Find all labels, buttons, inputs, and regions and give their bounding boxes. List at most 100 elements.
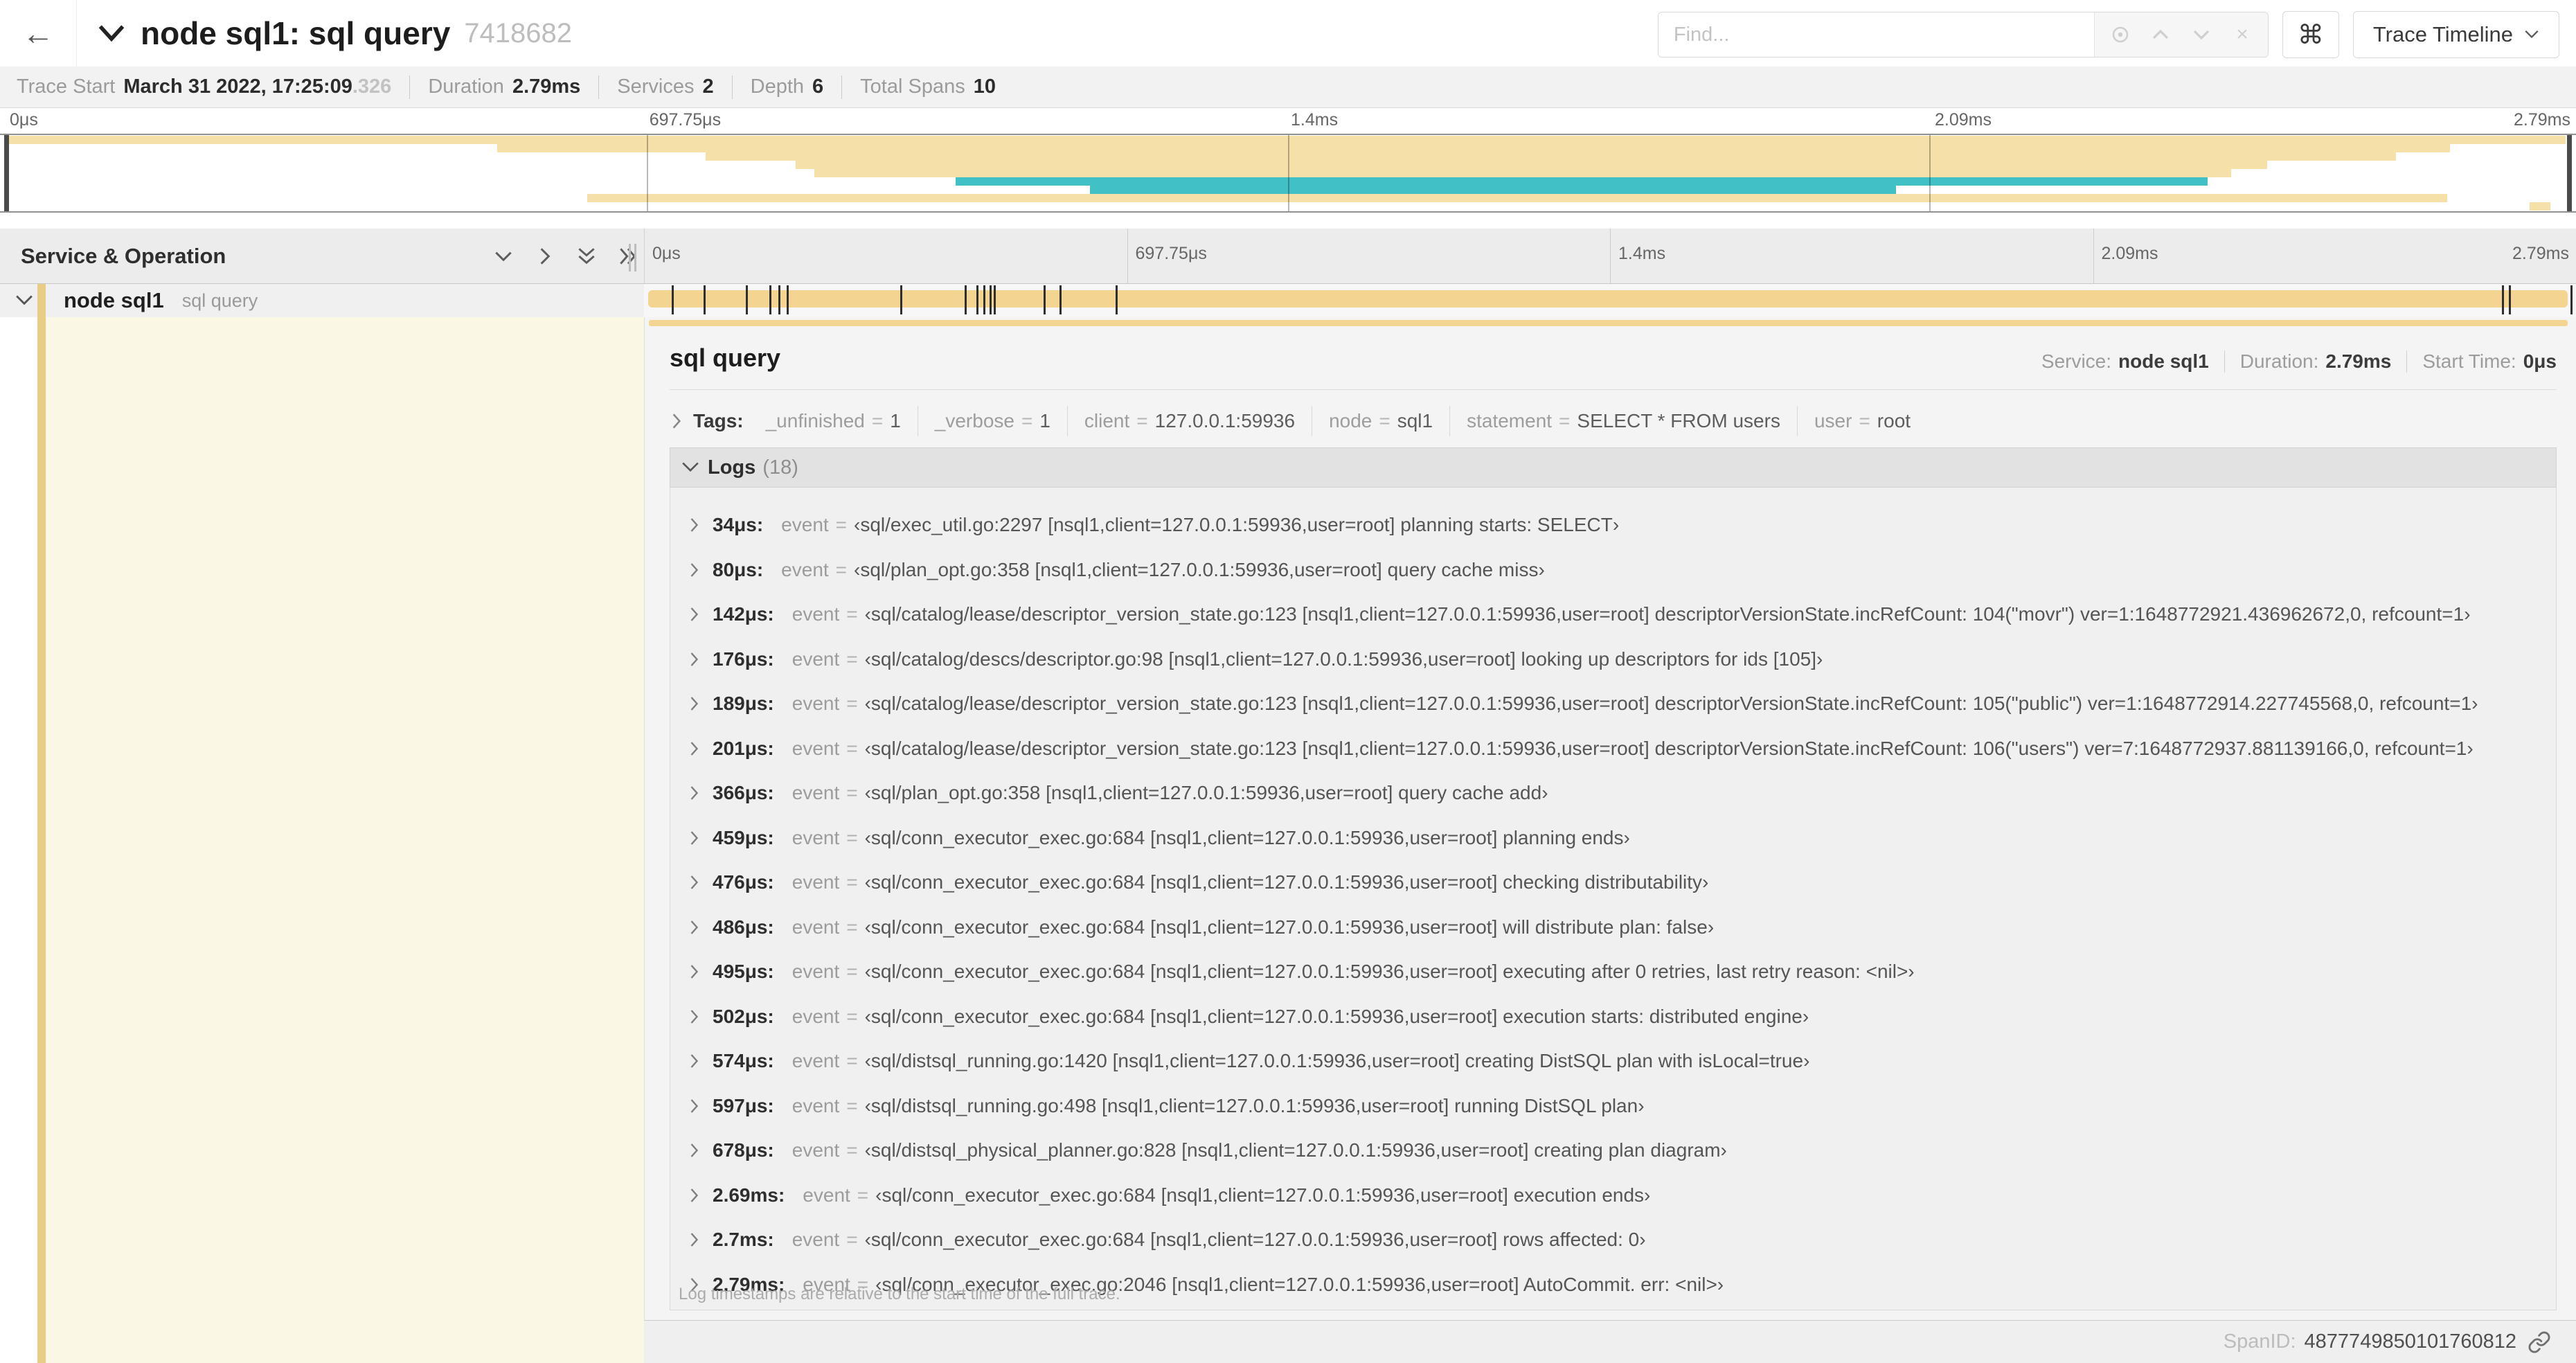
log-chevron-right-icon[interactable] [688, 1231, 700, 1248]
log-field-name: event [792, 916, 840, 938]
tag-pill[interactable]: node=sql1 [1312, 406, 1449, 436]
find-clear-icon[interactable]: × [2227, 19, 2257, 50]
minimap-tick-label: 2.09ms [1935, 110, 1992, 130]
log-row[interactable]: 176μs:event=‹sql/catalog/descs/descripto… [688, 637, 2549, 682]
log-row[interactable]: 486μs:event=‹sql/conn_executor_exec.go:6… [688, 905, 2549, 950]
tags-list: _unfinished=1_verbose=1 client = 127.0.0.1:… [749, 406, 1927, 436]
tag-key: statement [1467, 410, 1552, 432]
find-prev-icon[interactable] [2145, 19, 2176, 50]
log-chevron-right-icon[interactable] [688, 740, 700, 757]
locate-icon[interactable] [2105, 19, 2136, 50]
summary-value: 2.79ms [512, 75, 580, 98]
log-equals: = [846, 1095, 857, 1117]
detail-meta-separator [2224, 350, 2225, 373]
log-equals: = [846, 916, 857, 938]
span-detail-panel: sql query Service:node sql1Duration:2.79… [644, 317, 2576, 1321]
log-chevron-right-icon[interactable] [688, 1187, 700, 1204]
log-chevron-right-icon[interactable] [688, 1142, 700, 1159]
expand-one-icon[interactable] [533, 244, 557, 268]
detail-span-bar [649, 320, 2568, 326]
log-chevron-right-icon[interactable] [688, 1053, 700, 1069]
detail-meta-label: Service: [2041, 350, 2111, 373]
log-chevron-right-icon[interactable] [688, 606, 700, 623]
collapse-one-icon[interactable] [492, 244, 515, 268]
tag-key: _unfinished [766, 410, 865, 432]
column-resize-handle[interactable] [629, 244, 636, 271]
logs-count: (18) [762, 456, 798, 479]
minimap-left-handle[interactable] [4, 135, 9, 211]
tag-pill[interactable]: user=root [1797, 406, 1927, 436]
logs-header[interactable]: Logs (18) [670, 447, 2557, 488]
log-row[interactable]: 597μs:event=‹sql/distsql_running.go:498 … [688, 1084, 2549, 1128]
log-chevron-right-icon[interactable] [688, 562, 700, 578]
summary-item: Duration2.79ms [428, 75, 580, 98]
row-chevron-down-icon[interactable] [15, 294, 33, 307]
back-button[interactable]: ← [0, 0, 76, 66]
log-chevron-right-icon[interactable] [688, 919, 700, 936]
log-row[interactable]: 34μs:event=‹sql/exec_util.go:2297 [nsql1… [688, 503, 2549, 547]
find-input[interactable] [1658, 12, 2094, 57]
minimap-gridlines [0, 135, 2576, 211]
find-tools: × [2094, 12, 2268, 57]
log-value: ‹sql/catalog/lease/descriptor_version_st… [865, 693, 2478, 715]
collapse-trace-chevron-icon[interactable] [98, 24, 125, 42]
log-chevron-right-icon[interactable] [688, 785, 700, 801]
log-value: ‹sql/catalog/lease/descriptor_version_st… [865, 738, 2474, 760]
log-row[interactable]: 201μs:event=‹sql/catalog/lease/descripto… [688, 727, 2549, 771]
log-timestamp: 502μs: [713, 1006, 774, 1028]
tag-key: _verbose [935, 410, 1014, 432]
log-chevron-right-icon[interactable] [688, 1008, 700, 1025]
tag-value: 127.0.0.1:59936 [1155, 410, 1295, 432]
tag-key: client [1084, 410, 1129, 432]
log-timestamp: 189μs: [713, 693, 774, 715]
minimap[interactable] [0, 134, 2576, 213]
log-chevron-right-icon[interactable] [688, 830, 700, 846]
log-row[interactable]: 142μs:event=‹sql/catalog/lease/descripto… [688, 592, 2549, 636]
log-value: ‹sql/conn_executor_exec.go:684 [nsql1,cl… [865, 1006, 1809, 1028]
log-marker-tick [672, 285, 674, 314]
log-row[interactable]: 189μs:event=‹sql/catalog/lease/descripto… [688, 682, 2549, 726]
log-timestamp: 2.7ms: [713, 1229, 774, 1251]
logs-block: Logs (18) 34μs:event=‹sql/exec_util.go:2… [670, 447, 2557, 1310]
log-value: ‹sql/conn_executor_exec.go:684 [nsql1,cl… [865, 961, 1915, 983]
log-marker-tick [769, 285, 771, 314]
tag-pill[interactable]: _verbose=1 [918, 406, 1067, 436]
log-chevron-right-icon[interactable] [688, 963, 700, 980]
log-chevron-right-icon[interactable] [688, 651, 700, 668]
log-row[interactable]: 366μs:event=‹sql/plan_opt.go:358 [nsql1,… [688, 771, 2549, 815]
log-row[interactable]: 574μs:event=‹sql/distsql_running.go:1420… [688, 1039, 2549, 1083]
log-row[interactable]: 678μs:event=‹sql/distsql_physical_planne… [688, 1128, 2549, 1173]
log-chevron-right-icon[interactable] [688, 874, 700, 891]
find-next-icon[interactable] [2186, 19, 2217, 50]
collapse-all-icon[interactable] [575, 244, 598, 268]
keyboard-shortcuts-button[interactable]: ⌘ [2282, 11, 2339, 58]
log-row[interactable]: 2.7ms:event=‹sql/conn_executor_exec.go:6… [688, 1218, 2549, 1262]
span-row-label[interactable]: node sql1 sql query [0, 284, 644, 317]
log-timestamp: 597μs: [713, 1095, 774, 1117]
log-equals: = [846, 738, 857, 760]
summary-separator [409, 75, 410, 99]
minimap-right-handle[interactable] [2567, 135, 2572, 211]
tags-row[interactable]: Tags: _unfinished=1_verbose=1client=127.… [670, 406, 1927, 436]
view-select-button[interactable]: Trace Timeline [2353, 11, 2559, 58]
log-chevron-right-icon[interactable] [688, 517, 700, 533]
tag-equals: = [1136, 410, 1147, 432]
log-row[interactable]: 495μs:event=‹sql/conn_executor_exec.go:6… [688, 950, 2549, 994]
log-chevron-right-icon[interactable] [688, 1098, 700, 1114]
log-row[interactable]: 502μs:event=‹sql/conn_executor_exec.go:6… [688, 995, 2549, 1039]
log-timestamp: 476μs: [713, 871, 774, 893]
deep-link-icon[interactable] [2528, 1330, 2551, 1354]
tag-pill[interactable]: statement=SELECT * FROM users [1449, 406, 1797, 436]
log-value: ‹sql/distsql_running.go:1420 [nsql1,clie… [865, 1050, 1810, 1072]
log-row[interactable]: 476μs:event=‹sql/conn_executor_exec.go:6… [688, 860, 2549, 905]
span-row-timeline[interactable] [644, 284, 2576, 317]
log-chevron-right-icon[interactable] [688, 695, 700, 712]
top-bar: ← node sql1: sql query 7418682 [0, 0, 2576, 66]
log-row[interactable]: 80μs:event=‹sql/plan_opt.go:358 [nsql1,c… [688, 548, 2549, 592]
log-row[interactable]: 2.69ms:event=‹sql/conn_executor_exec.go:… [688, 1173, 2549, 1218]
log-marker-tick [746, 285, 748, 314]
tag-pill[interactable]: _unfinished=1 [749, 406, 918, 436]
log-marker-tick [1044, 285, 1046, 314]
tag-pill[interactable]: client = 127.0.0.1:59936 [1067, 406, 1312, 436]
log-row[interactable]: 459μs:event=‹sql/conn_executor_exec.go:6… [688, 816, 2549, 860]
